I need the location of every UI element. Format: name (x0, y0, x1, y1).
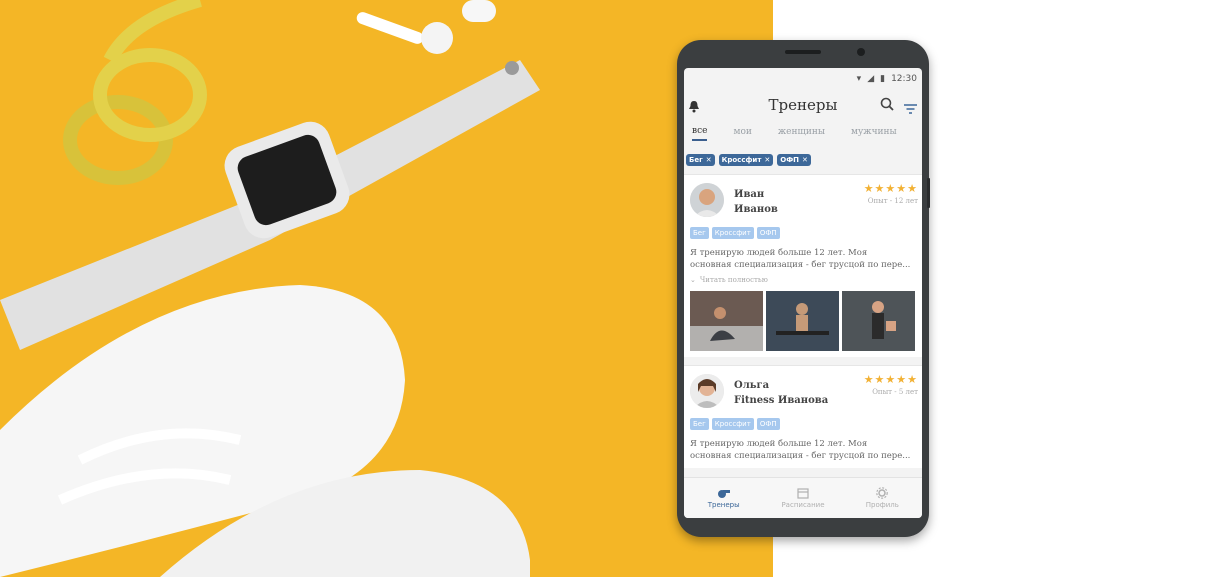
trainer-card[interactable]: Иван Иванов ★★★★★ Опыт - 12 лет Бег Крос… (684, 174, 922, 357)
description-line: Я тренирую людей больше 12 лет. Моя (690, 248, 868, 258)
tab-mine[interactable]: мои (733, 127, 751, 140)
active-filters: Бег ✕ Кроссфит ✕ ОФП ✕ (684, 146, 922, 166)
phone-camera (857, 48, 865, 56)
description-line: основная специализация - бег трусцой по … (690, 451, 911, 461)
trainer-tags: Бег Кроссфит ОФП (690, 418, 916, 430)
rating-stars: ★★★★★ (863, 182, 918, 195)
nav-schedule[interactable]: Расписание (763, 478, 842, 518)
app-bar: Тренеры (684, 90, 922, 120)
phone-side-button (927, 178, 930, 208)
filter-chip-label: Бег (689, 156, 703, 164)
read-more-label: Читать полностью (699, 276, 768, 284)
trainer-first-name: Иван (734, 189, 765, 200)
calendar-icon (797, 488, 809, 499)
trainer-description: Я тренирую людей больше 12 лет. Моя осно… (690, 247, 916, 271)
tag: ОФП (756, 227, 780, 239)
tab-men[interactable]: мужчины (851, 127, 897, 140)
trainer-tabs: все мои женщины мужчины (684, 120, 922, 146)
filter-chip-label: ОФП (780, 156, 800, 164)
experience-label: Опыт - 5 лет (872, 388, 918, 396)
nav-label: Тренеры (707, 501, 740, 509)
earbuds-illustration (356, 0, 496, 54)
trainer-first-name: Ольга (734, 380, 770, 391)
bottom-navigation: Тренеры Расписание Профиль (684, 477, 922, 518)
tag: Бег (690, 418, 709, 430)
sneakers-illustration (0, 285, 530, 577)
close-icon[interactable]: ✕ (802, 156, 808, 164)
tag: ОФП (756, 418, 780, 430)
app-screen: ▾ ◢ ▮ 12:30 Тренеры все мои женщины мужч… (684, 68, 922, 518)
signal-icon: ◢ (867, 74, 875, 84)
rating-stars: ★★★★★ (863, 373, 918, 386)
whistle-icon (717, 490, 730, 498)
phone-speaker (785, 50, 821, 54)
trainer-tags: Бег Кроссфит ОФП (690, 227, 916, 239)
nav-trainers[interactable]: Тренеры (684, 478, 763, 518)
nav-label: Расписание (781, 501, 825, 509)
tab-all[interactable]: все (692, 126, 708, 141)
chevron-down-icon: ⌄ (690, 276, 696, 284)
trainer-description: Я тренирую людей больше 12 лет. Моя осно… (690, 438, 916, 462)
avatar (690, 183, 724, 217)
description-line: основная специализация - бег трусцой по … (690, 260, 911, 270)
trainer-name: Ольга Fitness Иванова (734, 378, 828, 408)
filter-chip-run[interactable]: Бег ✕ (686, 154, 715, 166)
nav-profile[interactable]: Профиль (843, 478, 922, 518)
trainer-last-name: Fitness Иванова (734, 395, 829, 406)
gear-icon (876, 487, 889, 499)
gallery-photo[interactable] (842, 291, 915, 351)
search-icon[interactable] (880, 96, 894, 115)
fitness-items-illustration (0, 0, 540, 577)
description-line: Я тренирую людей больше 12 лет. Моя (690, 439, 868, 449)
phone-mockup: ▾ ◢ ▮ 12:30 Тренеры все мои женщины мужч… (677, 40, 930, 537)
trainer-card[interactable]: Ольга Fitness Иванова ★★★★★ Опыт - 5 лет… (684, 365, 922, 468)
status-bar: ▾ ◢ ▮ 12:30 (684, 68, 922, 90)
gallery-photo[interactable] (690, 291, 763, 351)
gallery-photo[interactable] (766, 291, 839, 351)
close-icon[interactable]: ✕ (706, 156, 712, 164)
experience-label: Опыт - 12 лет (867, 197, 918, 205)
hero-photo (0, 0, 773, 577)
battery-icon: ▮ (880, 74, 886, 84)
trainer-gallery (690, 291, 916, 351)
status-time: 12:30 (891, 74, 917, 84)
close-icon[interactable]: ✕ (764, 156, 770, 164)
trainer-name: Иван Иванов (734, 187, 778, 217)
measuring-tape-illustration (63, 0, 207, 185)
read-more-link[interactable]: ⌄ Читать полностью (690, 276, 916, 284)
nav-label: Профиль (865, 501, 899, 509)
tag: Бег (690, 227, 709, 239)
wifi-icon: ▾ (856, 74, 862, 84)
tab-women[interactable]: женщины (778, 127, 825, 140)
tag: Кроссфит (711, 227, 754, 239)
filter-icon[interactable] (904, 99, 917, 118)
trainer-last-name: Иванов (734, 204, 778, 215)
avatar (690, 374, 724, 408)
filter-chip-ofp[interactable]: ОФП ✕ (777, 154, 811, 166)
tag: Кроссфит (711, 418, 754, 430)
filter-chip-label: Кроссфит (721, 156, 762, 164)
filter-chip-crossfit[interactable]: Кроссфит ✕ (718, 154, 774, 166)
